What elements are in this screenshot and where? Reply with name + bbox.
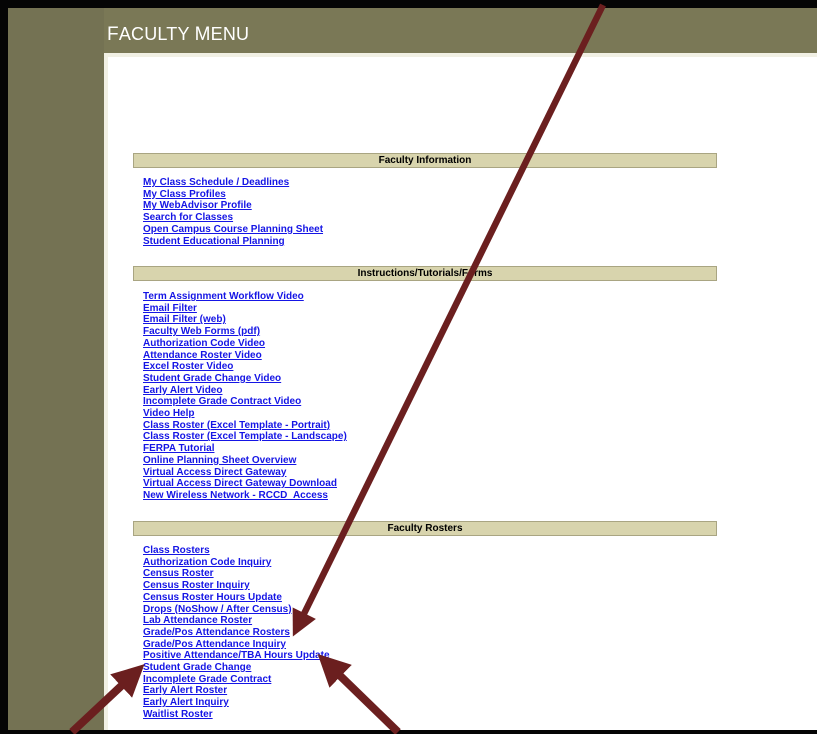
link-class-rosters[interactable]: Class Rosters (143, 545, 210, 556)
link-class-roster-landscape[interactable]: Class Roster (Excel Template - Landscape… (143, 431, 347, 442)
link-positive-attendance-tba[interactable]: Positive Attendance/TBA Hours Update (143, 650, 330, 661)
link-census-roster-inquiry[interactable]: Census Roster Inquiry (143, 580, 250, 591)
link-my-class-profiles[interactable]: My Class Profiles (143, 189, 226, 200)
link-search-for-classes[interactable]: Search for Classes (143, 212, 233, 223)
link-class-roster-portrait[interactable]: Class Roster (Excel Template - Portrait) (143, 420, 330, 431)
link-virtual-access-gateway[interactable]: Virtual Access Direct Gateway (143, 467, 286, 478)
section-header: Instructions/Tutorials/Forms (133, 266, 717, 281)
section-header: Faculty Rosters (133, 521, 717, 536)
link-new-wireless-network[interactable]: New Wireless Network - RCCD_Access (143, 490, 328, 501)
link-list: My Class Schedule / Deadlines My Class P… (143, 177, 323, 247)
page-title: FACULTY MENU (107, 24, 250, 45)
link-student-grade-change[interactable]: Student Grade Change (143, 662, 251, 673)
link-census-roster-hours-update[interactable]: Census Roster Hours Update (143, 592, 282, 603)
link-incomplete-grade-contract[interactable]: Incomplete Grade Contract (143, 674, 271, 685)
link-attendance-roster-video[interactable]: Attendance Roster Video (143, 350, 262, 361)
link-email-filter-web[interactable]: Email Filter (web) (143, 314, 226, 325)
link-my-class-schedule[interactable]: My Class Schedule / Deadlines (143, 177, 289, 188)
section-header: Faculty Information (133, 153, 717, 168)
link-excel-roster-video[interactable]: Excel Roster Video (143, 361, 233, 372)
link-open-campus-planning-sheet[interactable]: Open Campus Course Planning Sheet (143, 224, 323, 235)
link-early-alert-roster[interactable]: Early Alert Roster (143, 685, 227, 696)
link-authorization-code-video[interactable]: Authorization Code Video (143, 338, 265, 349)
link-census-roster[interactable]: Census Roster (143, 568, 214, 579)
left-sidebar-strip (8, 8, 104, 730)
link-grade-pos-attendance-inquiry[interactable]: Grade/Pos Attendance Inquiry (143, 639, 286, 650)
link-student-grade-change-video[interactable]: Student Grade Change Video (143, 373, 281, 384)
link-student-educational-planning[interactable]: Student Educational Planning (143, 236, 285, 247)
link-online-planning-overview[interactable]: Online Planning Sheet Overview (143, 455, 296, 466)
link-early-alert-video[interactable]: Early Alert Video (143, 385, 222, 396)
link-ferpa-tutorial[interactable]: FERPA Tutorial (143, 443, 214, 454)
link-grade-pos-attendance-rosters[interactable]: Grade/Pos Attendance Rosters (143, 627, 290, 638)
link-drops-noshow[interactable]: Drops (NoShow / After Census) (143, 604, 292, 615)
link-faculty-web-forms[interactable]: Faculty Web Forms (pdf) (143, 326, 260, 337)
link-list: Class Rosters Authorization Code Inquiry… (143, 545, 330, 721)
link-authorization-code-inquiry[interactable]: Authorization Code Inquiry (143, 557, 271, 568)
link-lab-attendance-roster[interactable]: Lab Attendance Roster (143, 615, 252, 626)
link-term-assignment-video[interactable]: Term Assignment Workflow Video (143, 291, 304, 302)
link-video-help[interactable]: Video Help (143, 408, 195, 419)
link-list: Term Assignment Workflow Video Email Fil… (143, 291, 347, 502)
link-waitlist-roster[interactable]: Waitlist Roster (143, 709, 213, 720)
link-virtual-access-gateway-download[interactable]: Virtual Access Direct Gateway Download (143, 478, 337, 489)
section-faculty-rosters: Faculty Rosters Class Rosters Authorizat… (133, 521, 717, 720)
link-incomplete-grade-contract-video[interactable]: Incomplete Grade Contract Video (143, 396, 301, 407)
link-email-filter[interactable]: Email Filter (143, 303, 197, 314)
link-my-webadvisor-profile[interactable]: My WebAdvisor Profile (143, 200, 252, 211)
section-faculty-information: Faculty Information My Class Schedule / … (133, 153, 717, 247)
link-early-alert-inquiry[interactable]: Early Alert Inquiry (143, 697, 229, 708)
section-instructions-tutorials-forms: Instructions/Tutorials/Forms Term Assign… (133, 266, 717, 501)
